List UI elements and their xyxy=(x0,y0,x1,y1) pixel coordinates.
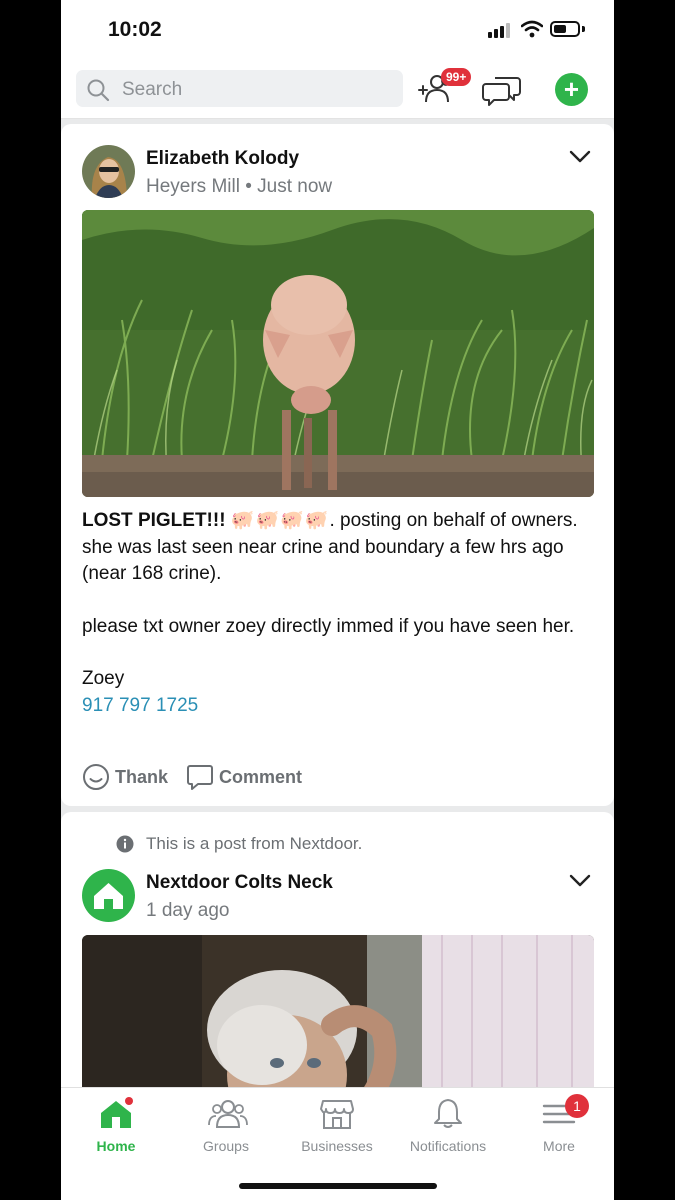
house-icon xyxy=(94,883,123,909)
nav-more[interactable]: More xyxy=(504,1098,614,1158)
post-photo[interactable] xyxy=(82,210,594,497)
chevron-down-icon[interactable] xyxy=(569,874,591,888)
comment-button[interactable]: Comment xyxy=(186,762,311,792)
post-author[interactable]: Elizabeth Kolody xyxy=(146,148,299,170)
search-icon xyxy=(87,79,110,102)
post-signature: Zoey xyxy=(82,668,125,689)
avatar[interactable] xyxy=(82,145,135,198)
post-meta: Heyers Mill • Just now xyxy=(146,176,333,197)
post-text-2: please txt owner zoey directly immed if … xyxy=(82,615,575,637)
thank-button[interactable]: Thank xyxy=(82,762,172,792)
post-body: LOST PIGLET!!! 🐖🐖🐖🐖. posting on behalf o… xyxy=(82,508,592,719)
post-headline: LOST PIGLET!!! xyxy=(82,510,226,531)
nav-groups[interactable]: Groups xyxy=(171,1098,281,1158)
post-card: This is a post from Nextdoor. Nextdoor C… xyxy=(61,812,614,1087)
groups-icon xyxy=(208,1100,248,1128)
home-indicator[interactable] xyxy=(239,1183,437,1189)
more-badge: 1 xyxy=(565,1094,589,1118)
home-notification-dot xyxy=(125,1097,133,1105)
create-post-button[interactable]: + xyxy=(555,73,588,106)
phone-link[interactable]: 917 797 1725 xyxy=(82,695,198,716)
bell-icon xyxy=(434,1099,462,1128)
comment-icon xyxy=(187,765,213,790)
post-time: Just now xyxy=(257,176,333,197)
top-bar: Search 99+ + xyxy=(61,60,614,119)
status-bar: 10:02 xyxy=(61,0,614,60)
messages-icon[interactable] xyxy=(481,74,523,106)
nextdoor-avatar[interactable] xyxy=(82,869,135,922)
info-icon xyxy=(116,835,134,853)
neighbors-badge: 99+ xyxy=(441,68,472,86)
post-time: 1 day ago xyxy=(146,900,230,921)
phone-screen: 10:02 Search 99+ + Elizabeth Kolody Heye… xyxy=(61,0,614,1200)
nav-home[interactable]: Home xyxy=(61,1097,171,1158)
search-placeholder: Search xyxy=(122,79,183,100)
feed[interactable]: Elizabeth Kolody Heyers Mill • Just now xyxy=(61,119,614,1087)
post-author[interactable]: Nextdoor Colts Neck xyxy=(146,872,333,894)
wifi-icon xyxy=(521,20,543,38)
search-input[interactable]: Search xyxy=(76,70,403,107)
smiley-icon xyxy=(83,764,109,790)
plus-icon: + xyxy=(563,74,580,104)
status-time: 10:02 xyxy=(108,18,162,41)
nav-businesses[interactable]: Businesses xyxy=(282,1098,392,1158)
nav-notifications[interactable]: Notifications xyxy=(393,1098,503,1158)
storefront-icon xyxy=(320,1100,354,1129)
post-photo[interactable] xyxy=(82,935,594,1087)
post-neighborhood[interactable]: Heyers Mill xyxy=(146,176,240,197)
pig-emojis: 🐖🐖🐖🐖 xyxy=(230,510,330,531)
post-card: Elizabeth Kolody Heyers Mill • Just now xyxy=(61,124,614,806)
battery-icon xyxy=(550,21,580,37)
chevron-down-icon[interactable] xyxy=(569,150,591,164)
